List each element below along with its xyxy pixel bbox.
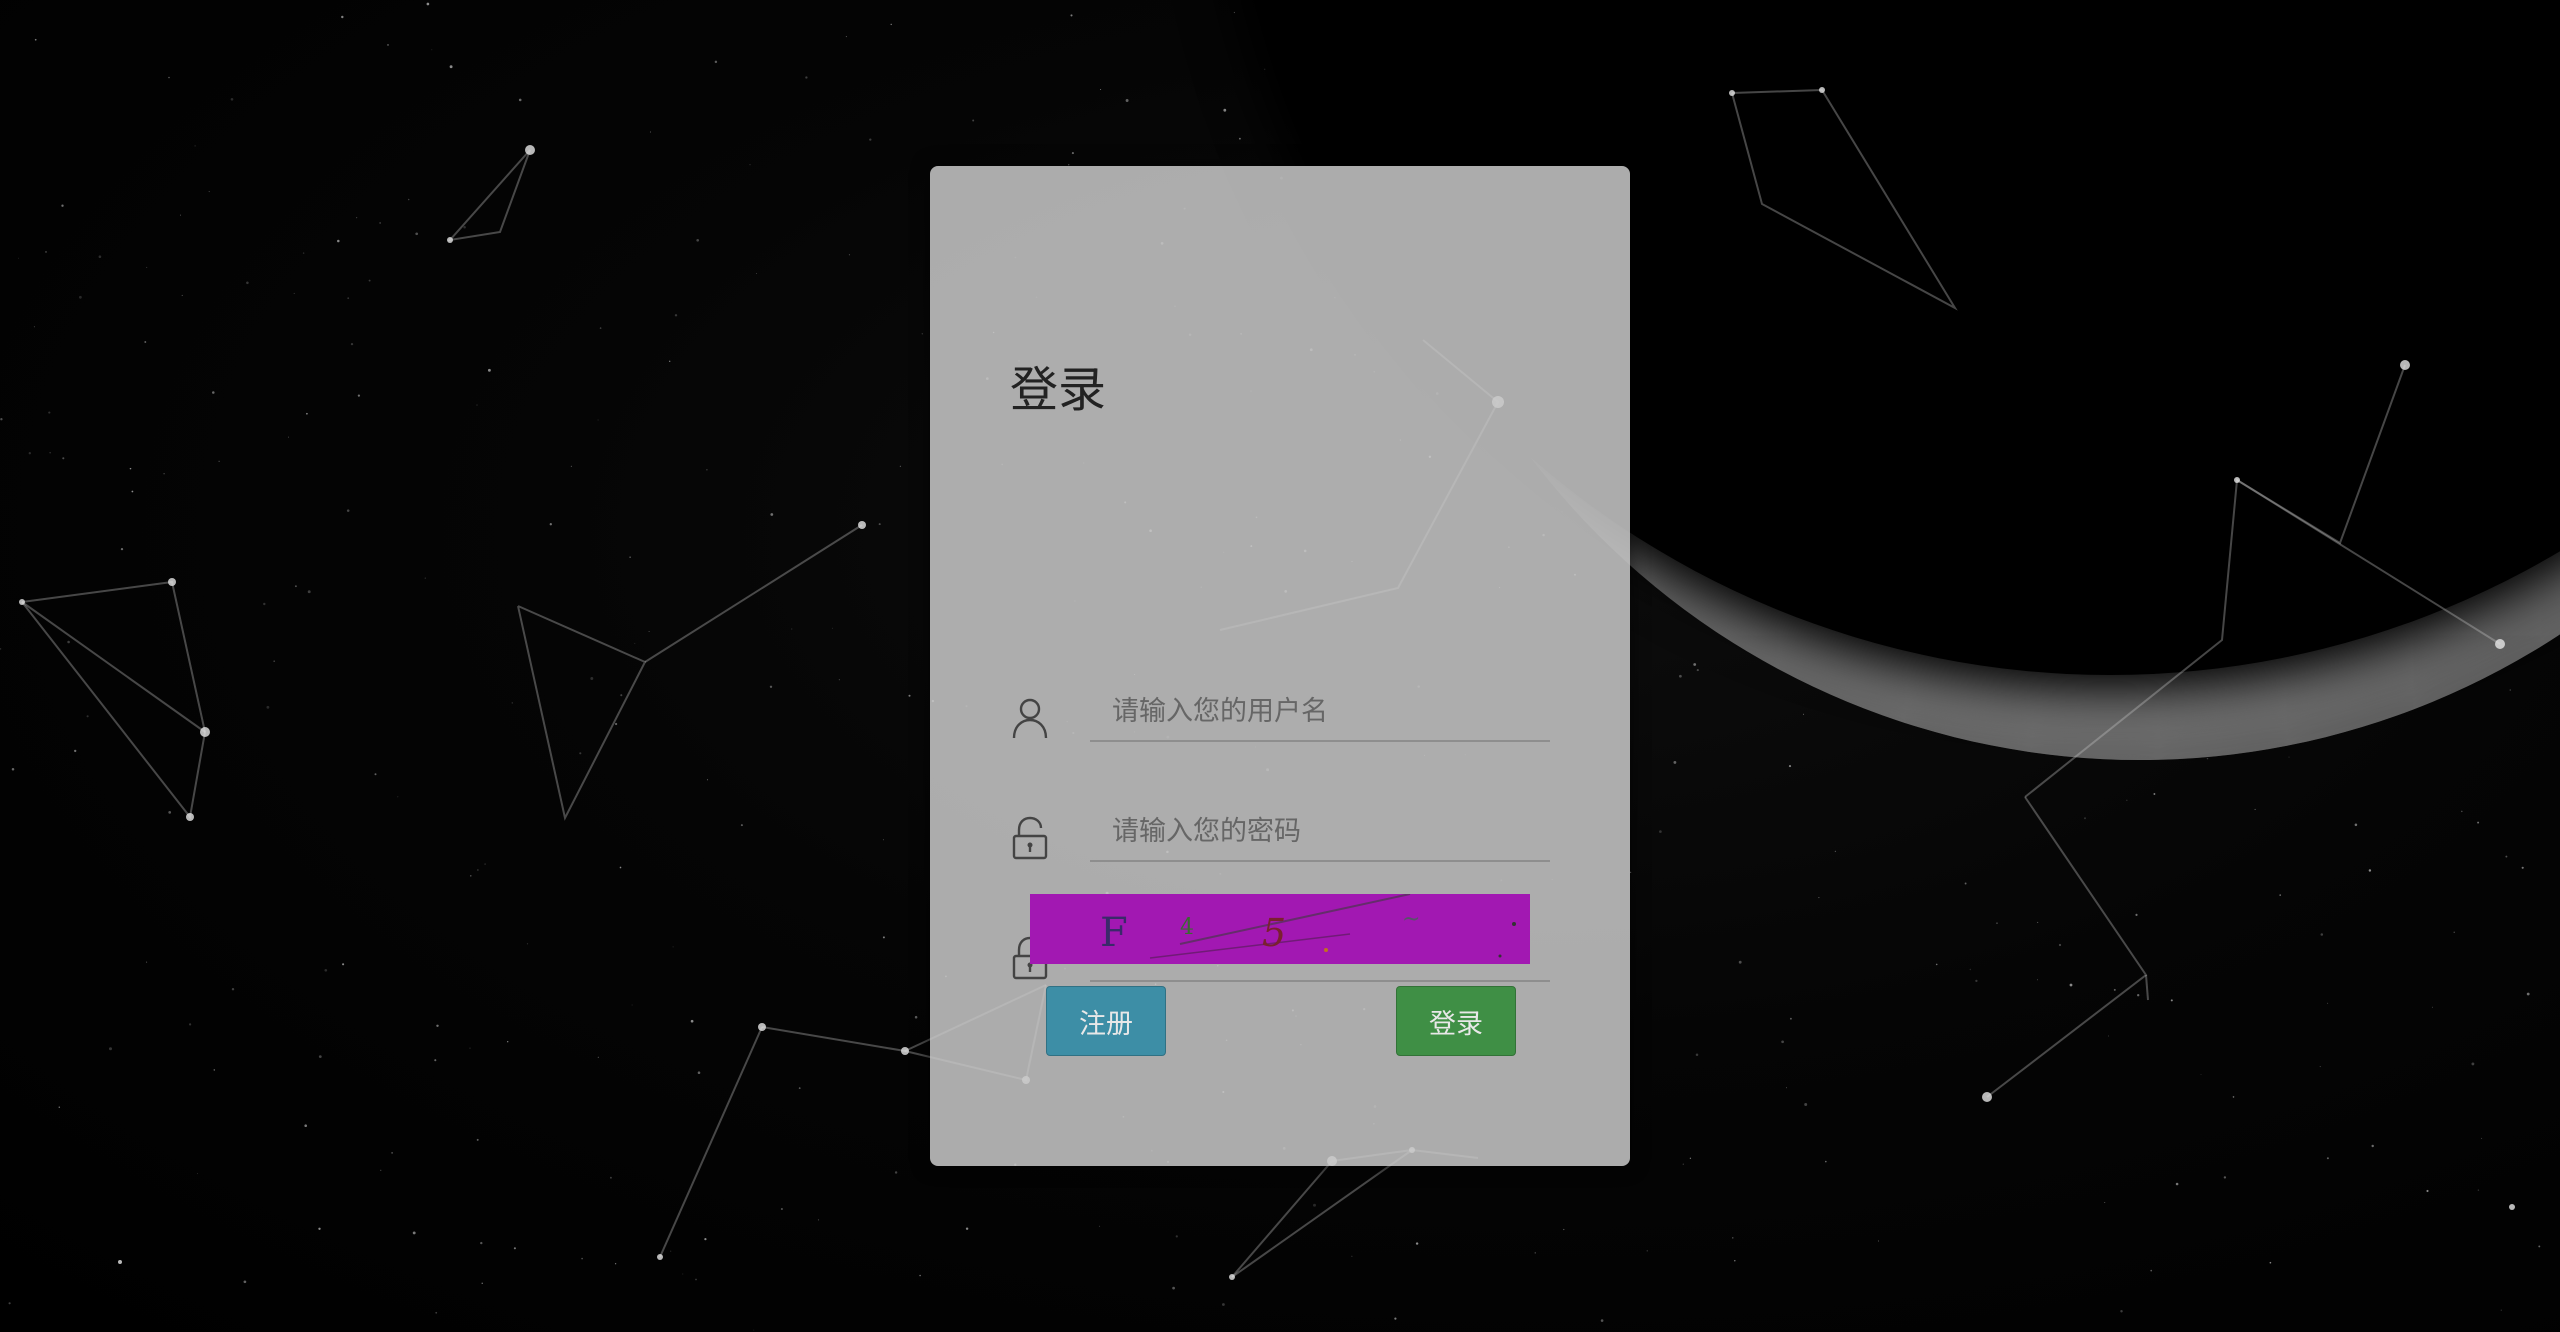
captcha-char: 5 xyxy=(1262,911,1286,955)
captcha-graphic: F 4 5 ~ xyxy=(1100,894,1516,959)
password-row xyxy=(1010,802,1550,866)
captcha-char: ~ xyxy=(1402,907,1420,932)
register-button[interactable]: 注册 xyxy=(1046,986,1166,1056)
username-row xyxy=(1010,682,1550,746)
lock-icon xyxy=(1012,816,1048,860)
login-card: 登录 请输入您的用户名 请输入您的验证码 F 4 5 ~ 注册 登录 xyxy=(930,166,1630,1166)
username-input[interactable] xyxy=(1090,682,1550,742)
login-button-label: 登录 xyxy=(1429,1008,1483,1040)
login-title: 登录 xyxy=(1010,362,1107,418)
user-icon xyxy=(1012,698,1048,739)
register-button-label: 注册 xyxy=(1079,1008,1133,1040)
captcha-char: F xyxy=(1100,910,1128,956)
captcha-char: 4 xyxy=(1180,915,1194,940)
login-button[interactable]: 登录 xyxy=(1396,986,1516,1056)
login-page-background: 登录 请输入您的用户名 请输入您的验证码 F 4 5 ~ 注册 登录 xyxy=(0,0,2560,1332)
password-input[interactable] xyxy=(1090,802,1550,862)
captcha-image[interactable]: F 4 5 ~ xyxy=(1030,894,1530,964)
